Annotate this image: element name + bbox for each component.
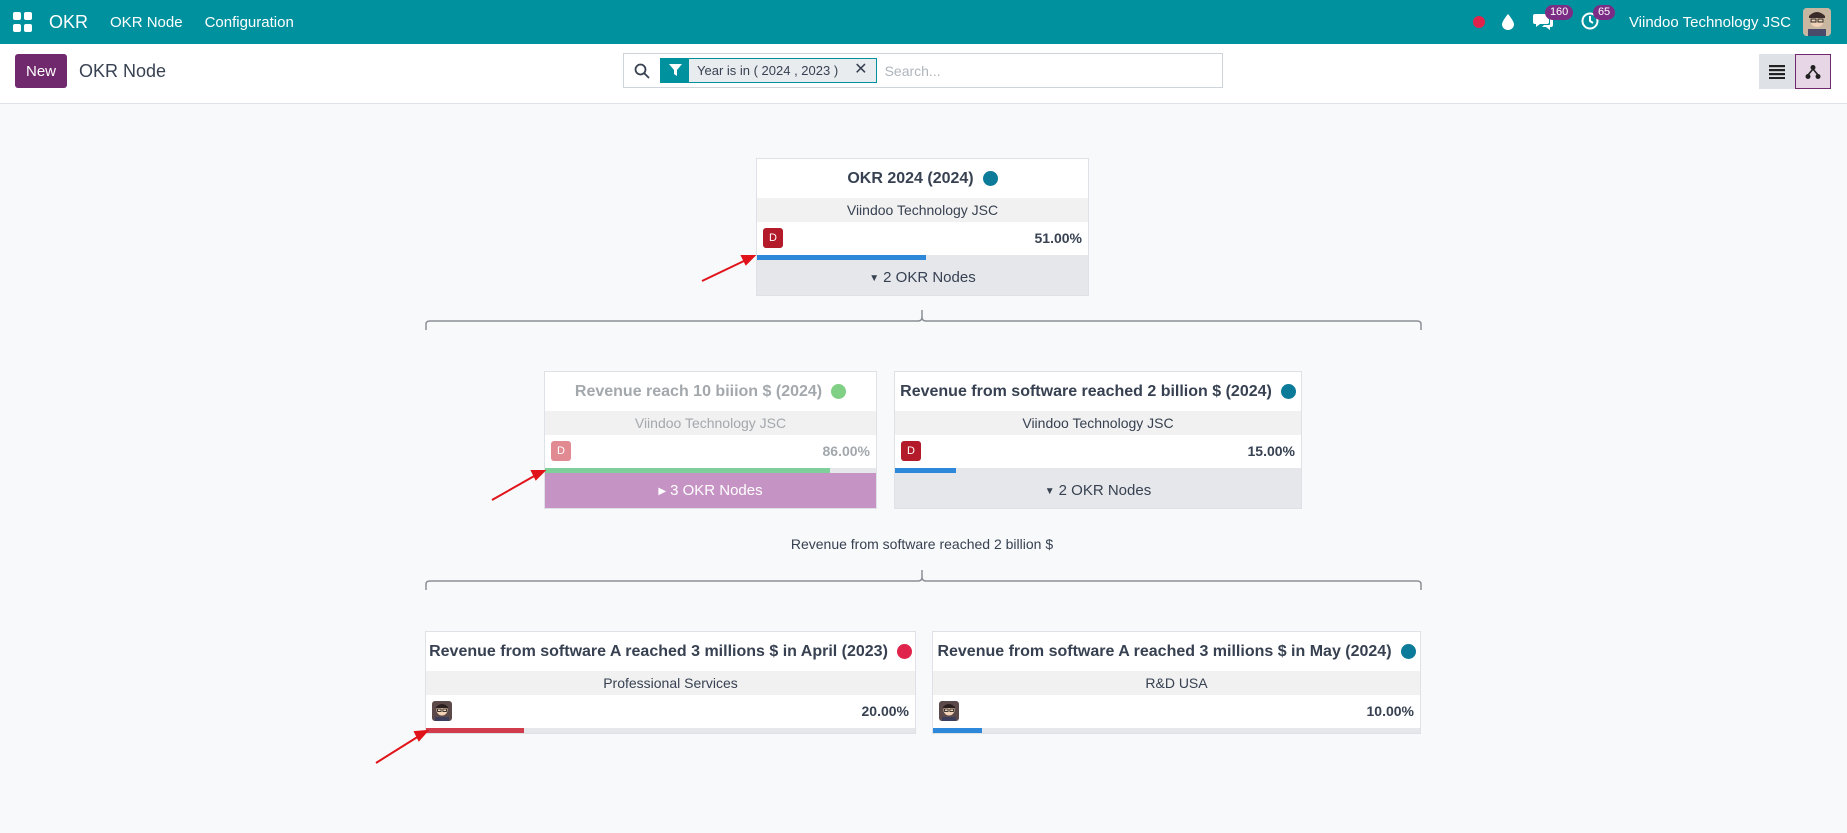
progress-bar (933, 728, 1420, 733)
status-dot-icon (1280, 384, 1296, 399)
progress-bar (757, 255, 1088, 260)
progress-fill (895, 468, 956, 473)
toggle-children-button[interactable]: ▼ 2 OKR Nodes (757, 260, 1088, 295)
toggle-children-button[interactable]: ▶ 3 OKR Nodes (545, 473, 876, 508)
okr-node-card-software-a-may[interactable]: Revenue from software A reached 3 millio… (932, 631, 1421, 734)
okr-node-company: Viindoo Technology JSC (895, 411, 1301, 435)
progress-bar (426, 728, 915, 733)
okr-node-title-text: Revenue from software reached 2 billion … (900, 382, 1272, 400)
okr-node-title-text: OKR 2024 (2024) (847, 169, 974, 187)
progress-bar (895, 468, 1301, 473)
status-dot-icon (831, 384, 847, 399)
children-count: 2 OKR Nodes (883, 269, 976, 286)
responsible-avatar (432, 701, 452, 721)
okr-node-title: Revenue from software A reached 3 millio… (933, 632, 1420, 671)
progress-fill (757, 255, 926, 260)
okr-node-title-text: Revenue from software A reached 3 millio… (429, 642, 888, 660)
child-group-label: Revenue from software reached 2 billion … (790, 536, 1054, 552)
responsible-avatar (939, 701, 959, 721)
okr-node-card-revenue-10-billion[interactable]: Revenue reach 10 biiion $ (2024) Viindoo… (544, 371, 877, 509)
responsible-badge: D (901, 441, 921, 461)
okr-node-title: Revenue from software A reached 3 millio… (426, 632, 915, 671)
responsible-badge: D (763, 228, 783, 248)
okr-node-card-software-a-april[interactable]: Revenue from software A reached 3 millio… (425, 631, 916, 734)
progress-percent: 86.00% (822, 443, 870, 459)
okr-node-company: Viindoo Technology JSC (757, 198, 1088, 222)
toggle-children-button[interactable]: ▼ 2 OKR Nodes (895, 473, 1301, 508)
okr-node-title-text: Revenue from software A reached 3 millio… (937, 642, 1392, 660)
responsible-badge: D (551, 441, 571, 461)
children-count: 3 OKR Nodes (670, 482, 763, 499)
okr-node-title: Revenue from software reached 2 billion … (895, 372, 1301, 411)
progress-percent: 20.00% (861, 703, 909, 719)
progress-percent: 51.00% (1034, 230, 1082, 246)
okr-node-card-software-2-billion[interactable]: Revenue from software reached 2 billion … (894, 371, 1302, 509)
status-dot-icon (982, 171, 998, 186)
okr-node-company: Viindoo Technology JSC (545, 411, 876, 435)
progress-fill (426, 728, 524, 733)
progress-fill (545, 468, 830, 473)
okr-node-title: Revenue reach 10 biiion $ (2024) (545, 372, 876, 411)
progress-fill (933, 728, 982, 733)
okr-node-company: R&D USA (933, 671, 1420, 695)
okr-node-title: OKR 2024 (2024) (757, 159, 1088, 198)
status-dot-icon (896, 644, 912, 659)
progress-percent: 15.00% (1247, 443, 1295, 459)
okr-node-title-text: Revenue reach 10 biiion $ (2024) (574, 382, 823, 400)
children-count: 2 OKR Nodes (1058, 482, 1152, 499)
progress-bar (545, 468, 876, 473)
okr-node-card-root[interactable]: OKR 2024 (2024) Viindoo Technology JSC D… (756, 158, 1089, 296)
status-dot-icon (1400, 644, 1416, 659)
okr-node-company: Professional Services (426, 671, 915, 695)
progress-percent: 10.00% (1366, 703, 1414, 719)
